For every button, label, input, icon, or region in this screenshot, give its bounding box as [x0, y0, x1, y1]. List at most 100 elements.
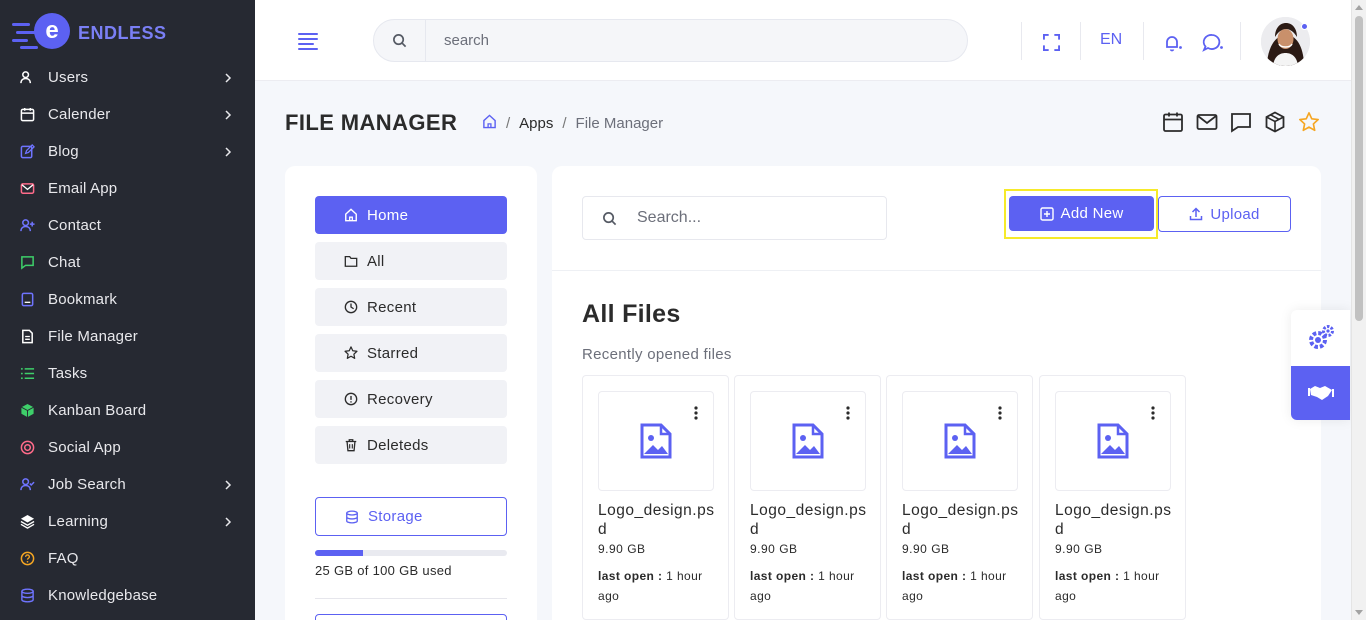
sidebar-item-label: Social App — [48, 439, 121, 456]
file-name: Logo_design.psd — [750, 502, 867, 538]
sidebar-item-label: Blog — [48, 143, 79, 160]
box-icon[interactable] — [1264, 111, 1286, 133]
sidebar-item-label: Email App — [48, 180, 118, 197]
more-vertical-icon[interactable] — [846, 406, 850, 420]
global-search[interactable]: search — [373, 19, 968, 62]
image-file-icon — [792, 423, 824, 459]
sidebar-item-label: File Manager — [48, 328, 138, 345]
language-selector[interactable]: EN — [1100, 31, 1122, 49]
sidebar-item-file-manager[interactable]: File Manager — [0, 318, 255, 355]
more-vertical-icon[interactable] — [998, 406, 1002, 420]
list-icon — [20, 366, 35, 381]
bookmark-shortcuts — [1162, 111, 1332, 133]
section-subtitle: Recently opened files — [582, 346, 732, 363]
scroll-down-arrow-icon[interactable] — [1355, 610, 1363, 615]
sidebar-item-kanban-board[interactable]: Kanban Board — [0, 392, 255, 429]
home-icon[interactable] — [482, 114, 497, 133]
breadcrumb-separator: / — [506, 115, 511, 132]
file-size: 9.90 GB — [598, 542, 646, 556]
chevron-right-icon — [225, 479, 232, 490]
file-size: 9.90 GB — [750, 542, 798, 556]
file-card[interactable]: Logo_design.psd 9.90 GB last open : 1 ho… — [734, 375, 881, 620]
file-last-open: last open : 1 hour ago — [902, 569, 1007, 603]
edit-icon — [20, 144, 35, 159]
nav-recent-button[interactable]: Recent — [315, 288, 507, 326]
sidebar-item-blog[interactable]: Blog — [0, 133, 255, 170]
settings-gear-button[interactable] — [1291, 310, 1350, 366]
breadcrumb-apps[interactable]: Apps — [519, 115, 553, 132]
star-icon[interactable] — [1298, 111, 1320, 133]
file-name: Logo_design.psd — [598, 502, 715, 538]
sidebar-item-label: FAQ — [48, 550, 79, 567]
file-card[interactable]: Logo_design.psd 9.90 GB last open : 1 ho… — [582, 375, 729, 620]
fullscreen-icon[interactable] — [1042, 33, 1060, 51]
add-new-button[interactable]: Add New — [1009, 196, 1154, 231]
divider — [552, 270, 1321, 271]
folder-icon — [344, 255, 358, 267]
users-icon — [20, 70, 35, 85]
nav-all-label: All — [367, 252, 385, 270]
sidebar-item-contact[interactable]: Contact — [0, 207, 255, 244]
chevron-right-icon — [225, 109, 232, 120]
panel-next-button[interactable] — [315, 614, 507, 620]
sidebar-item-tasks[interactable]: Tasks — [0, 355, 255, 392]
image-file-icon — [944, 423, 976, 459]
sidebar-item-label: Job Search — [48, 476, 126, 493]
logo-mark-icon: e — [12, 11, 70, 55]
global-search-input[interactable]: search — [426, 32, 489, 49]
more-vertical-icon[interactable] — [694, 406, 698, 420]
layers-icon — [20, 514, 35, 529]
sidebar-item-calender[interactable]: Calender — [0, 96, 255, 133]
sidebar-item-knowledgebase[interactable]: Knowledgebase — [0, 577, 255, 614]
target-icon — [20, 440, 35, 455]
sidebar-item-social-app[interactable]: Social App — [0, 429, 255, 466]
file-card[interactable]: Logo_design.psd 9.90 GB last open : 1 ho… — [1039, 375, 1186, 620]
nav-home-button[interactable]: Home — [315, 196, 507, 234]
menu-toggle-icon[interactable] — [298, 33, 318, 50]
sidebar-item-label: Users — [48, 69, 89, 86]
scroll-up-arrow-icon[interactable] — [1355, 5, 1363, 10]
more-vertical-icon[interactable] — [1151, 406, 1155, 420]
image-file-icon — [640, 423, 672, 459]
brand-logo[interactable]: e ENDLESS — [0, 0, 255, 66]
buy-now-button[interactable] — [1291, 366, 1350, 420]
chevron-right-icon — [225, 146, 232, 157]
plus-square-icon — [1039, 206, 1054, 221]
nav-all-button[interactable]: All — [315, 242, 507, 280]
scrollbar-thumb[interactable] — [1355, 16, 1363, 321]
calendar-icon[interactable] — [1162, 111, 1184, 133]
handshake-icon — [1307, 386, 1334, 400]
brand-name: ENDLESS — [78, 22, 167, 43]
storage-progress-fill — [315, 550, 363, 556]
logo-letter: e — [34, 13, 70, 49]
sidebar: Users Calender Blog Email App Contact Ch… — [0, 0, 255, 620]
sidebar-item-chat[interactable]: Chat — [0, 244, 255, 281]
sidebar-item-email-app[interactable]: Email App — [0, 170, 255, 207]
nav-recovery-button[interactable]: Recovery — [315, 380, 507, 418]
storage-button[interactable]: Storage — [315, 497, 507, 536]
sidebar-item-job-search[interactable]: Job Search — [0, 466, 255, 503]
chevron-right-icon — [225, 516, 232, 527]
sidebar-item-bookmark[interactable]: Bookmark — [0, 281, 255, 318]
divider — [315, 598, 507, 599]
file-search-input[interactable]: Search... — [637, 209, 701, 227]
page-scrollbar[interactable] — [1351, 0, 1366, 620]
database-icon — [20, 588, 35, 603]
sidebar-item-learning[interactable]: Learning — [0, 503, 255, 540]
file-search[interactable]: Search... — [582, 196, 887, 240]
sidebar-item-faq[interactable]: FAQ — [0, 540, 255, 577]
nav-starred-button[interactable]: Starred — [315, 334, 507, 372]
file-card[interactable]: Logo_design.psd 9.90 GB last open : 1 ho… — [886, 375, 1033, 620]
chat-icon[interactable] — [1230, 111, 1252, 133]
file-size: 9.90 GB — [902, 542, 950, 556]
sidebar-item-label: Learning — [48, 513, 108, 530]
header-divider — [1143, 22, 1144, 60]
mail-icon[interactable] — [1196, 111, 1218, 133]
message-icon[interactable] — [1202, 33, 1224, 53]
upload-button[interactable]: Upload — [1158, 196, 1291, 232]
file-last-open: last open : 1 hour ago — [598, 569, 703, 603]
notification-bell-icon[interactable] — [1163, 33, 1183, 53]
calendar-icon — [20, 107, 35, 122]
nav-recovery-label: Recovery — [367, 390, 433, 408]
nav-deleteds-button[interactable]: Deleteds — [315, 426, 507, 464]
